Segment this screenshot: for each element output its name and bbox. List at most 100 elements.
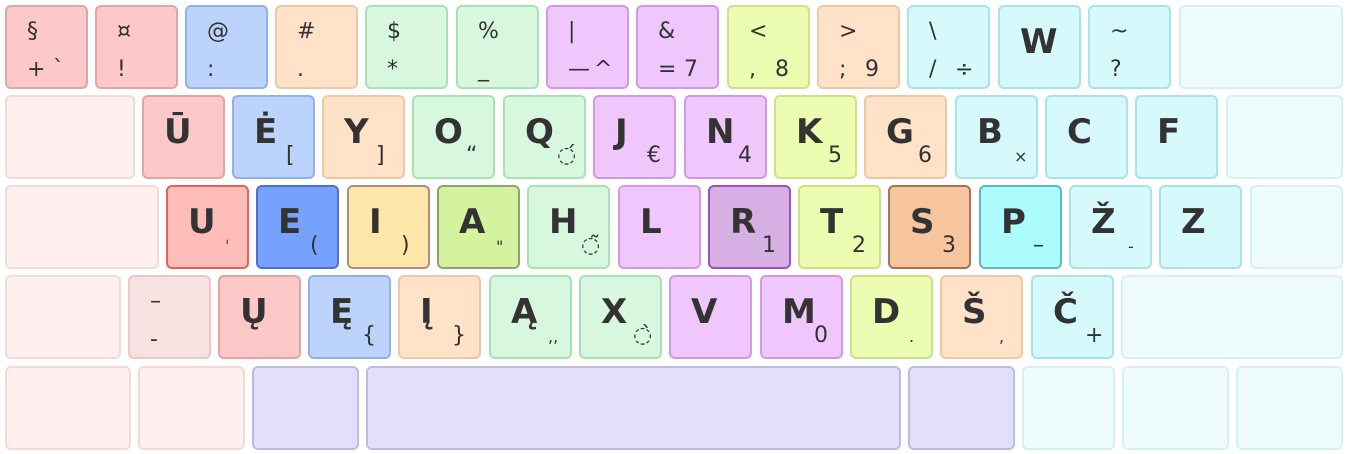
key-f[interactable]: F: [1135, 95, 1218, 179]
key-r[interactable]: R1: [708, 185, 791, 269]
key-q[interactable]: Q ◌́: [503, 95, 586, 179]
key-caps[interactable]: [5, 185, 159, 269]
key-a[interactable]: A ": [437, 185, 520, 269]
key-e-dot[interactable]: Ė[: [232, 95, 315, 179]
key-u-ogonek[interactable]: Ų: [218, 275, 301, 359]
key-lalt[interactable]: [252, 366, 359, 450]
key-w[interactable]: W: [998, 5, 1081, 89]
key-c[interactable]: C: [1045, 95, 1128, 179]
key-sect-tl-label: §: [27, 19, 38, 44]
key-rshift[interactable]: [1121, 275, 1343, 359]
key-gt[interactable]: >; 9: [817, 5, 900, 89]
key-pipe-tl-label: |: [568, 19, 576, 44]
key-x[interactable]: X ◌̀: [579, 275, 662, 359]
key-s[interactable]: S3: [888, 185, 971, 269]
key-e-ogonek[interactable]: Ę{: [308, 275, 391, 359]
key-gt-bm-label: 9: [865, 57, 879, 82]
key-i[interactable]: I): [347, 185, 430, 269]
key-tilde-bl-label: ?: [1110, 57, 1122, 82]
key-g-main-label: G: [886, 112, 914, 152]
key-s-caron[interactable]: Š,: [940, 275, 1023, 359]
key-backslash-key[interactable]: [1226, 95, 1343, 179]
key-z[interactable]: Z: [1159, 185, 1242, 269]
key-t-main-label: T: [820, 202, 844, 242]
key-i-ogonek[interactable]: Į}: [398, 275, 481, 359]
key-u-macron[interactable]: Ū: [142, 95, 225, 179]
key-b[interactable]: B ×: [955, 95, 1038, 179]
key-dash-bl-label: -: [150, 327, 158, 352]
key-u[interactable]: Uˈ: [166, 185, 249, 269]
key-curr-tl-label: ¤: [117, 19, 131, 44]
key-v[interactable]: V: [669, 275, 752, 359]
key-lt-tl-label: <: [749, 19, 768, 44]
key-g[interactable]: G6: [864, 95, 947, 179]
key-lmeta[interactable]: [138, 366, 245, 450]
key-y-br-label: ]: [376, 143, 385, 168]
key-a-main-label: A: [459, 202, 486, 242]
key-lshift[interactable]: [5, 275, 121, 359]
key-sect[interactable]: § + `: [5, 5, 88, 89]
key-o-main-label: O: [434, 112, 463, 152]
key-a-ogonek[interactable]: Ą,,: [489, 275, 572, 359]
key-m-br-label: 0: [814, 323, 828, 348]
key-s-main-label: S: [910, 202, 935, 242]
key-dollar[interactable]: $ *: [365, 5, 448, 89]
key-k-br-label: 5: [828, 143, 842, 168]
key-dash-tl-label: –: [150, 289, 161, 314]
key-e[interactable]: E(: [256, 185, 339, 269]
key-r-main-label: R: [730, 202, 757, 242]
key-bslash[interactable]: \ / ÷: [907, 5, 990, 89]
key-bslash-bl-label: /: [929, 57, 937, 82]
key-ralt[interactable]: [908, 366, 1015, 450]
key-b-main-label: B: [977, 112, 1003, 152]
key-lt-bl-label: ,: [749, 57, 756, 82]
key-d-brs-label: .: [909, 327, 915, 346]
key-menu[interactable]: [1122, 366, 1229, 450]
key-o[interactable]: O “: [412, 95, 495, 179]
key-space[interactable]: [366, 366, 901, 450]
key-m[interactable]: M0: [760, 275, 843, 359]
key-t-br-label: 2: [852, 233, 866, 258]
key-j[interactable]: J €: [593, 95, 676, 179]
key-rctrl[interactable]: [1236, 366, 1343, 450]
key-lctrl[interactable]: [5, 366, 131, 450]
key-hash[interactable]: #.: [275, 5, 358, 89]
key-j-main-label: J: [615, 112, 628, 152]
key-dash[interactable]: – -: [128, 275, 211, 359]
key-w-main-label: W: [1020, 22, 1058, 62]
key-n[interactable]: N4: [684, 95, 767, 179]
key-at[interactable]: @:: [185, 5, 268, 89]
key-k[interactable]: K5: [774, 95, 857, 179]
key-curr-bl-label: !: [117, 57, 126, 82]
key-percent[interactable]: % _: [456, 5, 539, 89]
key-l[interactable]: L: [618, 185, 701, 269]
key-z-caron-brs-label: -: [1128, 237, 1134, 256]
key-backspace[interactable]: [1179, 5, 1343, 89]
key-s-caron-main-label: Š: [962, 292, 987, 332]
key-p-br-label: –: [1033, 233, 1044, 258]
key-rmeta[interactable]: [1022, 366, 1115, 450]
key-c-caron[interactable]: Č +: [1031, 275, 1114, 359]
key-d[interactable]: D.: [850, 275, 933, 359]
key-lt[interactable]: <, 8: [727, 5, 810, 89]
key-h[interactable]: H ◌̃: [527, 185, 610, 269]
key-t[interactable]: T2: [798, 185, 881, 269]
key-enter[interactable]: [1250, 185, 1343, 269]
key-p[interactable]: P –: [979, 185, 1062, 269]
key-at-tl-label: @: [207, 19, 229, 44]
key-percent-tl-label: %: [478, 19, 499, 44]
key-c-main-label: C: [1067, 112, 1092, 152]
key-s-caron-brs-label: ,: [999, 327, 1005, 346]
key-h-main-label: H: [549, 202, 578, 242]
key-amp[interactable]: & = 7: [636, 5, 719, 89]
key-tilde[interactable]: ~?: [1088, 5, 1171, 89]
key-curr[interactable]: ¤!: [95, 5, 178, 89]
key-tab[interactable]: [5, 95, 135, 179]
key-z-caron[interactable]: Ž-: [1069, 185, 1152, 269]
key-amp-tl-label: &: [658, 19, 676, 44]
key-m-main-label: M: [782, 292, 816, 332]
key-pipe[interactable]: | — ^: [546, 5, 629, 89]
key-y[interactable]: Y]: [322, 95, 405, 179]
key-sect-bm-label: `: [53, 57, 64, 82]
key-e-br-label: (: [310, 233, 319, 258]
